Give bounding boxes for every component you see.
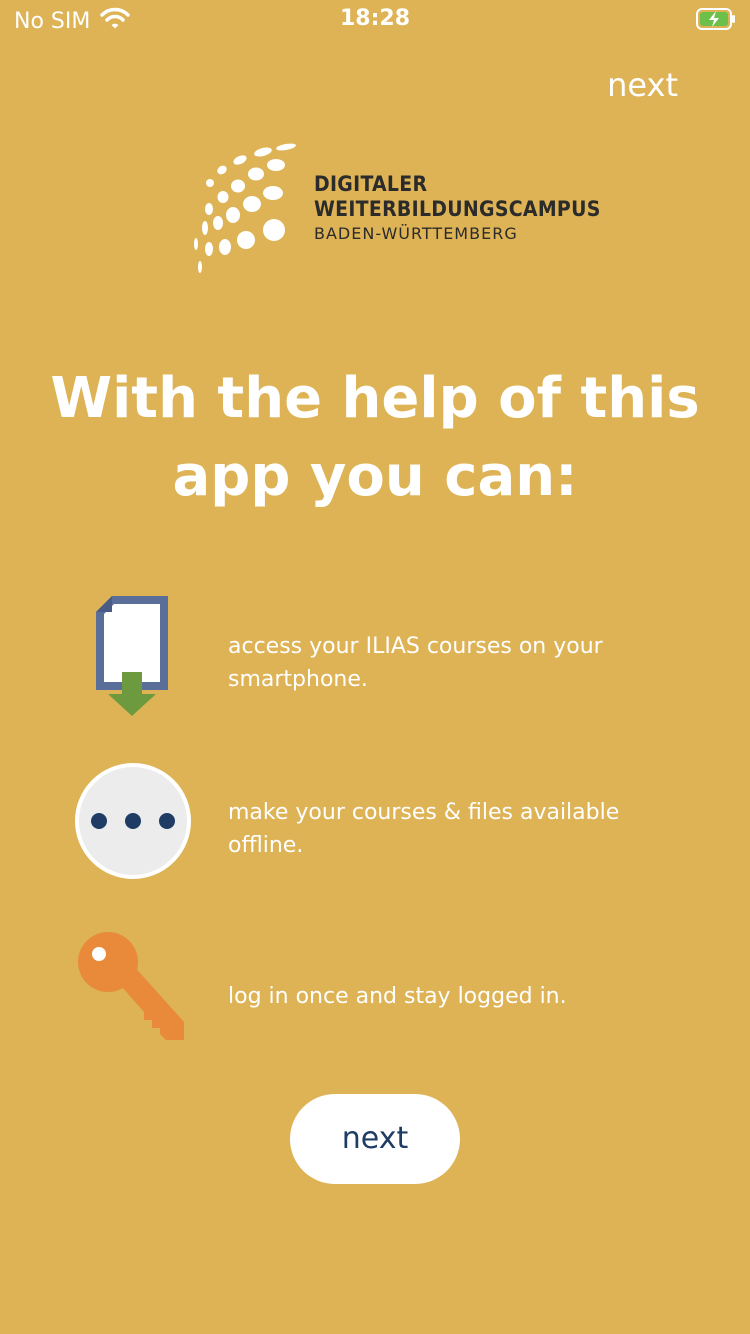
- status-bar: No SIM 18:28: [0, 0, 750, 40]
- feature-text: log in once and stay logged in.: [228, 984, 567, 1009]
- logo-line-1: DIGITALER: [314, 172, 428, 196]
- logo-line-3: BADEN-WÜRTTEMBERG: [314, 224, 518, 243]
- feature-item-login: log in once and stay logged in.: [0, 930, 750, 1060]
- logo-dots-icon: [194, 143, 296, 273]
- next-link[interactable]: next: [607, 66, 678, 104]
- more-dots-icon: [74, 762, 192, 884]
- file-download-icon: [92, 594, 172, 722]
- clock: 18:28: [339, 6, 411, 31]
- feature-item-courses: access your ILIAS courses on your smartp…: [0, 594, 750, 724]
- key-icon: [76, 930, 186, 1046]
- battery-charging-icon: [696, 8, 736, 30]
- feature-text: make your courses & files available offl…: [228, 800, 620, 858]
- next-button[interactable]: next: [290, 1094, 460, 1184]
- page-title: With the help of this app you can:: [50, 366, 700, 509]
- logo: DIGITALER WEITERBILDUNGSCAMPUS BADEN-WÜR…: [190, 140, 610, 280]
- feature-item-offline: make your courses & files available offl…: [0, 762, 750, 892]
- logo-wordmark: DIGITALER WEITERBILDUNGSCAMPUS BADEN-WÜR…: [314, 172, 601, 246]
- logo-line-2: WEITERBILDUNGSCAMPUS: [314, 197, 601, 221]
- feature-text: access your ILIAS courses on your smartp…: [228, 634, 603, 692]
